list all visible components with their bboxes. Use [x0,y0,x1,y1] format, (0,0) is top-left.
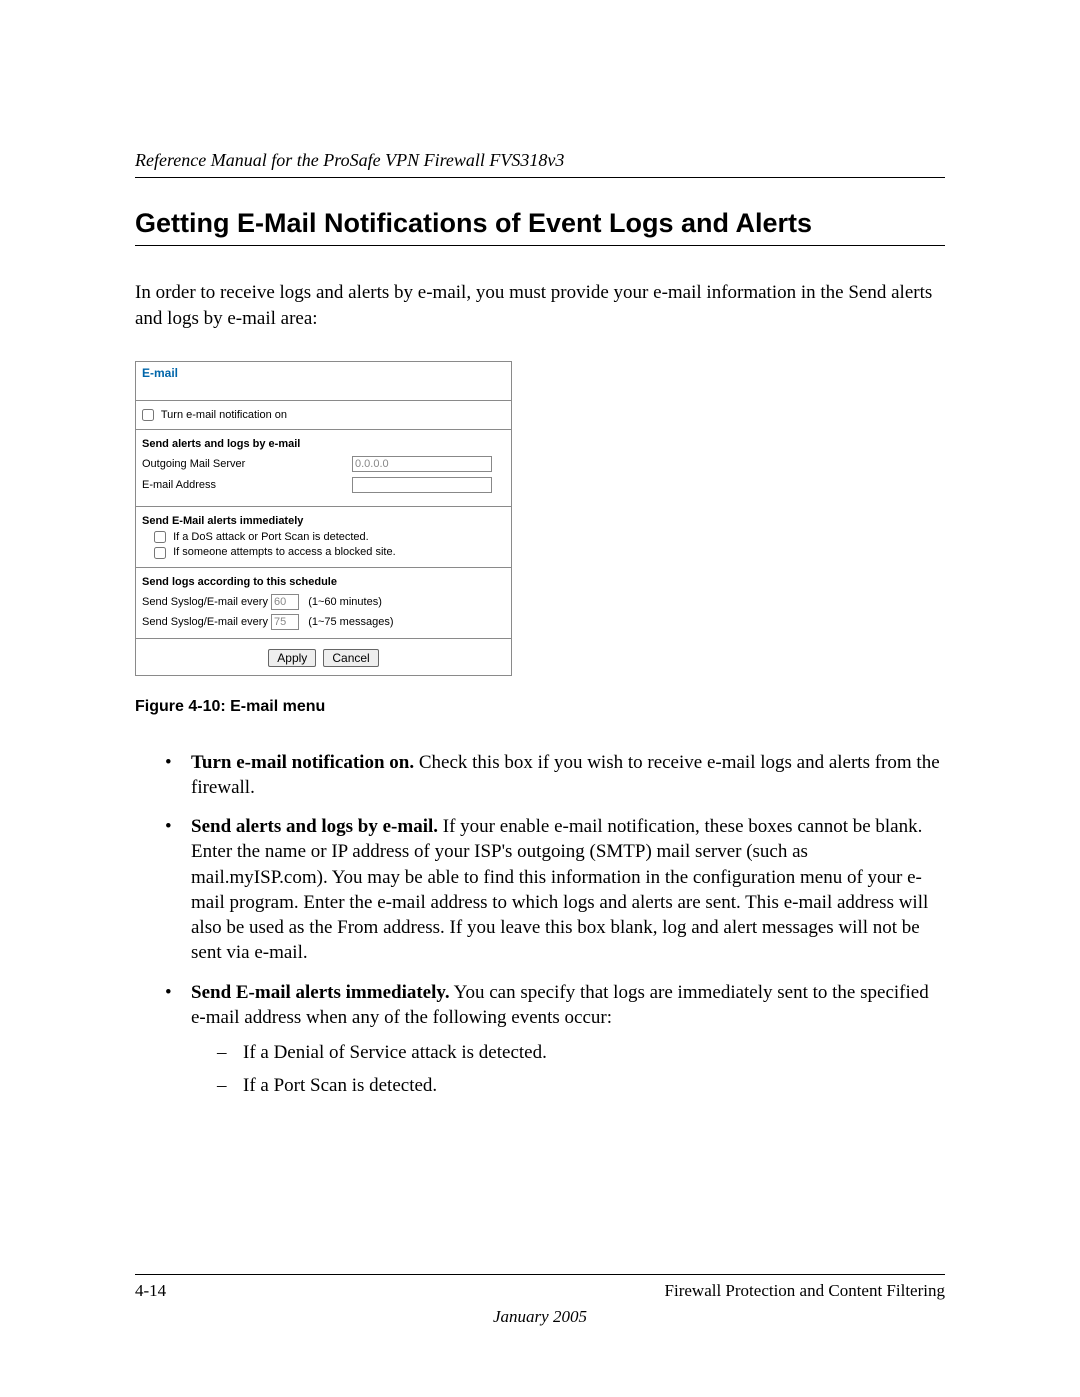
schedule-row2-prefix: Send Syslog/E-mail every [142,615,268,627]
schedule-minutes-input[interactable] [271,594,299,610]
cancel-button[interactable]: Cancel [323,649,378,667]
schedule-row1-prefix: Send Syslog/E-mail every [142,595,268,607]
send-heading: Send alerts and logs by e-mail [142,438,505,450]
panel-section-send: Send alerts and logs by e-mail Outgoing … [136,430,511,506]
panel-button-row: Apply Cancel [136,638,511,675]
email-address-input[interactable] [352,477,492,493]
schedule-messages-input[interactable] [271,614,299,630]
panel-section-immediate: Send E-Mail alerts immediately If a DoS … [136,507,511,566]
immediate-heading: Send E-Mail alerts immediately [142,515,505,527]
body-bullet-list: Turn e-mail notification on. Check this … [165,750,945,1099]
panel-title: E-mail [136,362,511,401]
email-address-label: E-mail Address [142,479,352,491]
bullet-3-sublist: If a Denial of Service attack is detecte… [217,1040,945,1099]
schedule-heading: Send logs according to this schedule [142,576,505,588]
turn-on-checkbox[interactable] [142,409,154,421]
bullet-1: Turn e-mail notification on. Check this … [165,750,945,801]
bullet-2: Send alerts and logs by e-mail. If your … [165,814,945,966]
bullet-1-bold: Turn e-mail notification on. [191,752,414,773]
email-panel: E-mail Turn e-mail notification on Send … [135,361,512,675]
bullet-3: Send E-mail alerts immediately. You can … [165,980,945,1099]
footer-page-number: 4-14 [135,1281,166,1301]
bullet-3-sub1: If a Denial of Service attack is detecte… [217,1040,945,1065]
schedule-row1-suffix: (1~60 minutes) [308,595,382,607]
immediate-opt1-label: If a DoS attack or Port Scan is detected… [173,531,369,543]
mail-server-input[interactable] [352,456,492,472]
immediate-opt1-checkbox[interactable] [154,531,166,543]
turn-on-row[interactable]: Turn e-mail notification on [142,409,287,421]
immediate-opt2-row[interactable]: If someone attempts to access a blocked … [154,546,396,558]
bullet-3-bold: Send E-mail alerts immediately. [191,982,450,1003]
panel-section-enable: Turn e-mail notification on [136,401,511,429]
bullet-2-bold: Send alerts and logs by e-mail. [191,816,438,837]
footer-date: January 2005 [135,1307,945,1327]
panel-section-schedule: Send logs according to this schedule Sen… [136,568,511,638]
immediate-opt2-checkbox[interactable] [154,547,166,559]
figure-caption: Figure 4-10: E-mail menu [135,698,945,716]
mail-server-label: Outgoing Mail Server [142,458,352,470]
immediate-opt1-row[interactable]: If a DoS attack or Port Scan is detected… [154,531,369,543]
title-rule [135,245,945,246]
turn-on-label: Turn e-mail notification on [161,409,287,421]
intro-paragraph: In order to receive logs and alerts by e… [135,280,945,331]
immediate-opt2-label: If someone attempts to access a blocked … [173,546,396,558]
apply-button[interactable]: Apply [268,649,316,667]
header-rule [135,177,945,178]
schedule-row2-suffix: (1~75 messages) [308,615,393,627]
bullet-3-sub2: If a Port Scan is detected. [217,1073,945,1098]
footer-rule [135,1274,945,1275]
section-title: Getting E-Mail Notifications of Event Lo… [135,208,945,239]
bullet-2-rest: If your enable e-mail notification, thes… [191,816,928,963]
footer-chapter: Firewall Protection and Content Filterin… [665,1281,945,1301]
running-header: Reference Manual for the ProSafe VPN Fir… [135,150,945,171]
footer: 4-14 Firewall Protection and Content Fil… [135,1274,945,1327]
